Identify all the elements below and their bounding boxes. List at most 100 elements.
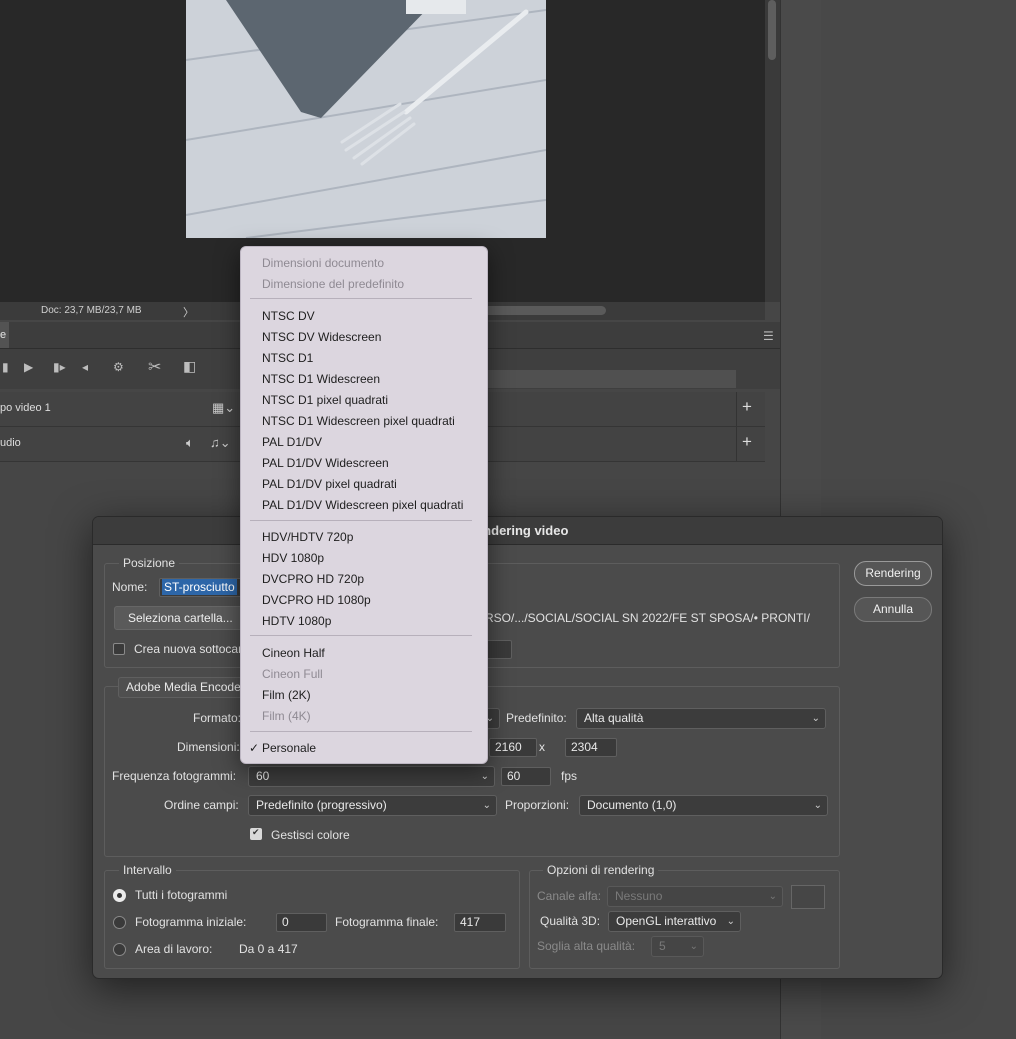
menu-item-hdv-hdtv-720p[interactable]: HDV/HDTV 720p <box>262 530 353 544</box>
timeline-tab[interactable]: e <box>0 322 9 348</box>
aspect-value: Documento (1,0) <box>587 798 677 812</box>
field-order-value: Predefinito (progressivo) <box>256 798 387 812</box>
work-area-radio[interactable] <box>113 943 126 956</box>
chevron-down-icon: ⌄ <box>480 771 489 782</box>
menu-item-pal-d1-dv[interactable]: PAL D1/DV <box>262 435 322 449</box>
chevron-down-icon: ⌄ <box>726 916 735 927</box>
speaker-icon[interactable]: 🔈︎ <box>186 435 194 451</box>
preset-select[interactable]: Alta qualità ⌄ <box>576 708 826 729</box>
fps-label: Frequenza fotogrammi: <box>112 769 237 783</box>
music-note-icon[interactable]: ♫⌄ <box>210 435 231 451</box>
add-media-icon[interactable]: + <box>742 397 752 417</box>
end-frame-input[interactable]: 417 <box>454 913 506 932</box>
start-frame-label: Fotogramma iniziale: <box>135 915 247 929</box>
fps-unit: fps <box>561 769 578 783</box>
new-subfolder-checkbox[interactable] <box>113 643 125 655</box>
preset-label: Predefinito: <box>506 711 567 725</box>
format-label: Formato: <box>193 711 242 725</box>
first-frame-icon[interactable]: ▮ <box>2 360 9 374</box>
menu-item-pal-d1-dv-widescreen[interactable]: PAL D1/DV Widescreen <box>262 456 389 470</box>
start-frame-input[interactable]: 0 <box>276 913 327 932</box>
select-folder-button[interactable]: Seleziona cartella... <box>114 606 259 630</box>
end-frame-label: Fotogramma finale: <box>335 915 439 929</box>
settings-gear-icon[interactable]: ⚙ <box>113 360 124 374</box>
start-frame-radio[interactable] <box>113 916 126 929</box>
chevron-down-icon: ⌄ <box>768 891 777 902</box>
add-audio-icon[interactable]: + <box>742 432 752 452</box>
fps-select[interactable]: 60 ⌄ <box>248 766 495 787</box>
menu-item-ntsc-dv-widescreen[interactable]: NTSC DV Widescreen <box>262 330 381 344</box>
aspect-select[interactable]: Documento (1,0) ⌄ <box>579 795 828 816</box>
fps-select-value: 60 <box>256 769 270 783</box>
timeline-ruler[interactable] <box>486 370 736 388</box>
panel-menu-icon[interactable]: ☰ <box>763 329 774 343</box>
next-frame-icon[interactable]: ▮▸ <box>53 360 66 374</box>
render-button[interactable]: Rendering <box>854 561 932 586</box>
chevron-down-icon: ⌄ <box>689 941 698 952</box>
menu-item-dvcpro-hd-720p[interactable]: DVCPRO HD 720p <box>262 572 364 586</box>
work-area-label: Area di lavoro: <box>135 942 213 956</box>
size-dropdown-menu: Dimensioni documento Dimensione del pred… <box>240 246 488 764</box>
canvas-horizontal-scrollbar[interactable] <box>480 306 606 315</box>
menu-item-ntsc-d1-widescreen-square[interactable]: NTSC D1 Widescreen pixel quadrati <box>262 414 455 428</box>
hq-threshold-label: Soglia alta qualità: <box>537 939 636 953</box>
chevron-down-icon: ⌄ <box>811 713 820 724</box>
menu-item-cineon-full: Cineon Full <box>262 667 323 681</box>
mute-audio-icon[interactable]: ◂ <box>82 360 88 374</box>
all-frames-label: Tutti i fotogrammi <box>135 888 228 902</box>
track-label: po video 1 <box>0 402 51 414</box>
menu-item-ntsc-dv[interactable]: NTSC DV <box>262 309 315 323</box>
status-menu-arrow-icon[interactable]: 〉 <box>183 304 194 320</box>
quality3d-value: OpenGL interattivo <box>616 914 717 928</box>
width-input[interactable]: 2160 <box>489 738 537 757</box>
menu-item-document-size: Dimensioni documento <box>262 256 385 270</box>
size-x: x <box>539 740 545 754</box>
field-order-select[interactable]: Predefinito (progressivo) ⌄ <box>248 795 497 816</box>
name-label: Nome: <box>112 580 148 594</box>
work-area-value: Da 0 a 417 <box>239 942 298 956</box>
chevron-down-icon: ⌄ <box>813 800 822 811</box>
menu-separator <box>250 731 472 732</box>
play-icon[interactable]: ▶ <box>24 360 33 374</box>
hq-threshold-value: 5 <box>659 939 666 953</box>
name-input-selection: ST-prosciutto <box>162 579 237 595</box>
range-title: Intervallo <box>119 863 176 877</box>
split-scissors-icon[interactable]: ✂ <box>148 357 161 377</box>
menu-separator <box>250 520 472 521</box>
menu-item-cineon-half[interactable]: Cineon Half <box>262 646 325 660</box>
alpha-value: Nessuno <box>615 889 663 903</box>
menu-item-ntsc-d1-square[interactable]: NTSC D1 pixel quadrati <box>262 393 388 407</box>
menu-item-dvcpro-hd-1080p[interactable]: DVCPRO HD 1080p <box>262 593 371 607</box>
menu-separator <box>250 635 472 636</box>
field-order-label: Ordine campi: <box>164 798 239 812</box>
menu-item-pal-d1-dv-square[interactable]: PAL D1/DV pixel quadrati <box>262 477 397 491</box>
menu-separator <box>250 298 472 299</box>
menu-item-ntsc-d1[interactable]: NTSC D1 <box>262 351 313 365</box>
transition-icon[interactable]: ◧ <box>183 358 196 375</box>
subfolder-input[interactable] <box>485 640 512 659</box>
size-label: Dimensioni: <box>177 740 240 754</box>
fps-input[interactable]: 60 <box>501 767 551 786</box>
menu-item-pal-d1-dv-widescreen-square[interactable]: PAL D1/DV Widescreen pixel quadrati <box>262 498 463 512</box>
alpha-color-swatch[interactable] <box>791 885 825 909</box>
menu-item-hdtv-1080p[interactable]: HDTV 1080p <box>262 614 331 628</box>
chevron-down-icon: ⌄ <box>482 800 491 811</box>
quality3d-select[interactable]: OpenGL interattivo ⌄ <box>608 911 741 932</box>
film-strip-icon[interactable]: ▦⌄ <box>212 400 235 416</box>
track-label: udio <box>0 437 21 449</box>
alpha-select[interactable]: Nessuno ⌄ <box>607 886 783 907</box>
menu-item-hdv-1080p[interactable]: HDV 1080p <box>262 551 324 565</box>
menu-item-preset-size: Dimensione del predefinito <box>262 277 405 291</box>
cancel-button[interactable]: Annulla <box>854 597 932 622</box>
all-frames-radio[interactable] <box>113 889 126 902</box>
hq-threshold-select[interactable]: 5 ⌄ <box>651 936 704 957</box>
menu-item-ntsc-d1-widescreen[interactable]: NTSC D1 Widescreen <box>262 372 380 386</box>
color-manage-checkbox[interactable] <box>250 827 262 840</box>
menu-item-film-2k[interactable]: Film (2K) <box>262 688 311 702</box>
height-input[interactable]: 2304 <box>565 738 617 757</box>
encoder-select-value: Adobe Media Encoder <box>126 680 245 694</box>
canvas-vertical-scrollbar[interactable] <box>765 0 780 302</box>
quality3d-label: Qualità 3D: <box>540 914 601 928</box>
menu-item-custom[interactable]: Personale <box>262 741 316 755</box>
render-video-dialog: Rendering video Posizione Nome: ST-prosc… <box>92 516 943 979</box>
